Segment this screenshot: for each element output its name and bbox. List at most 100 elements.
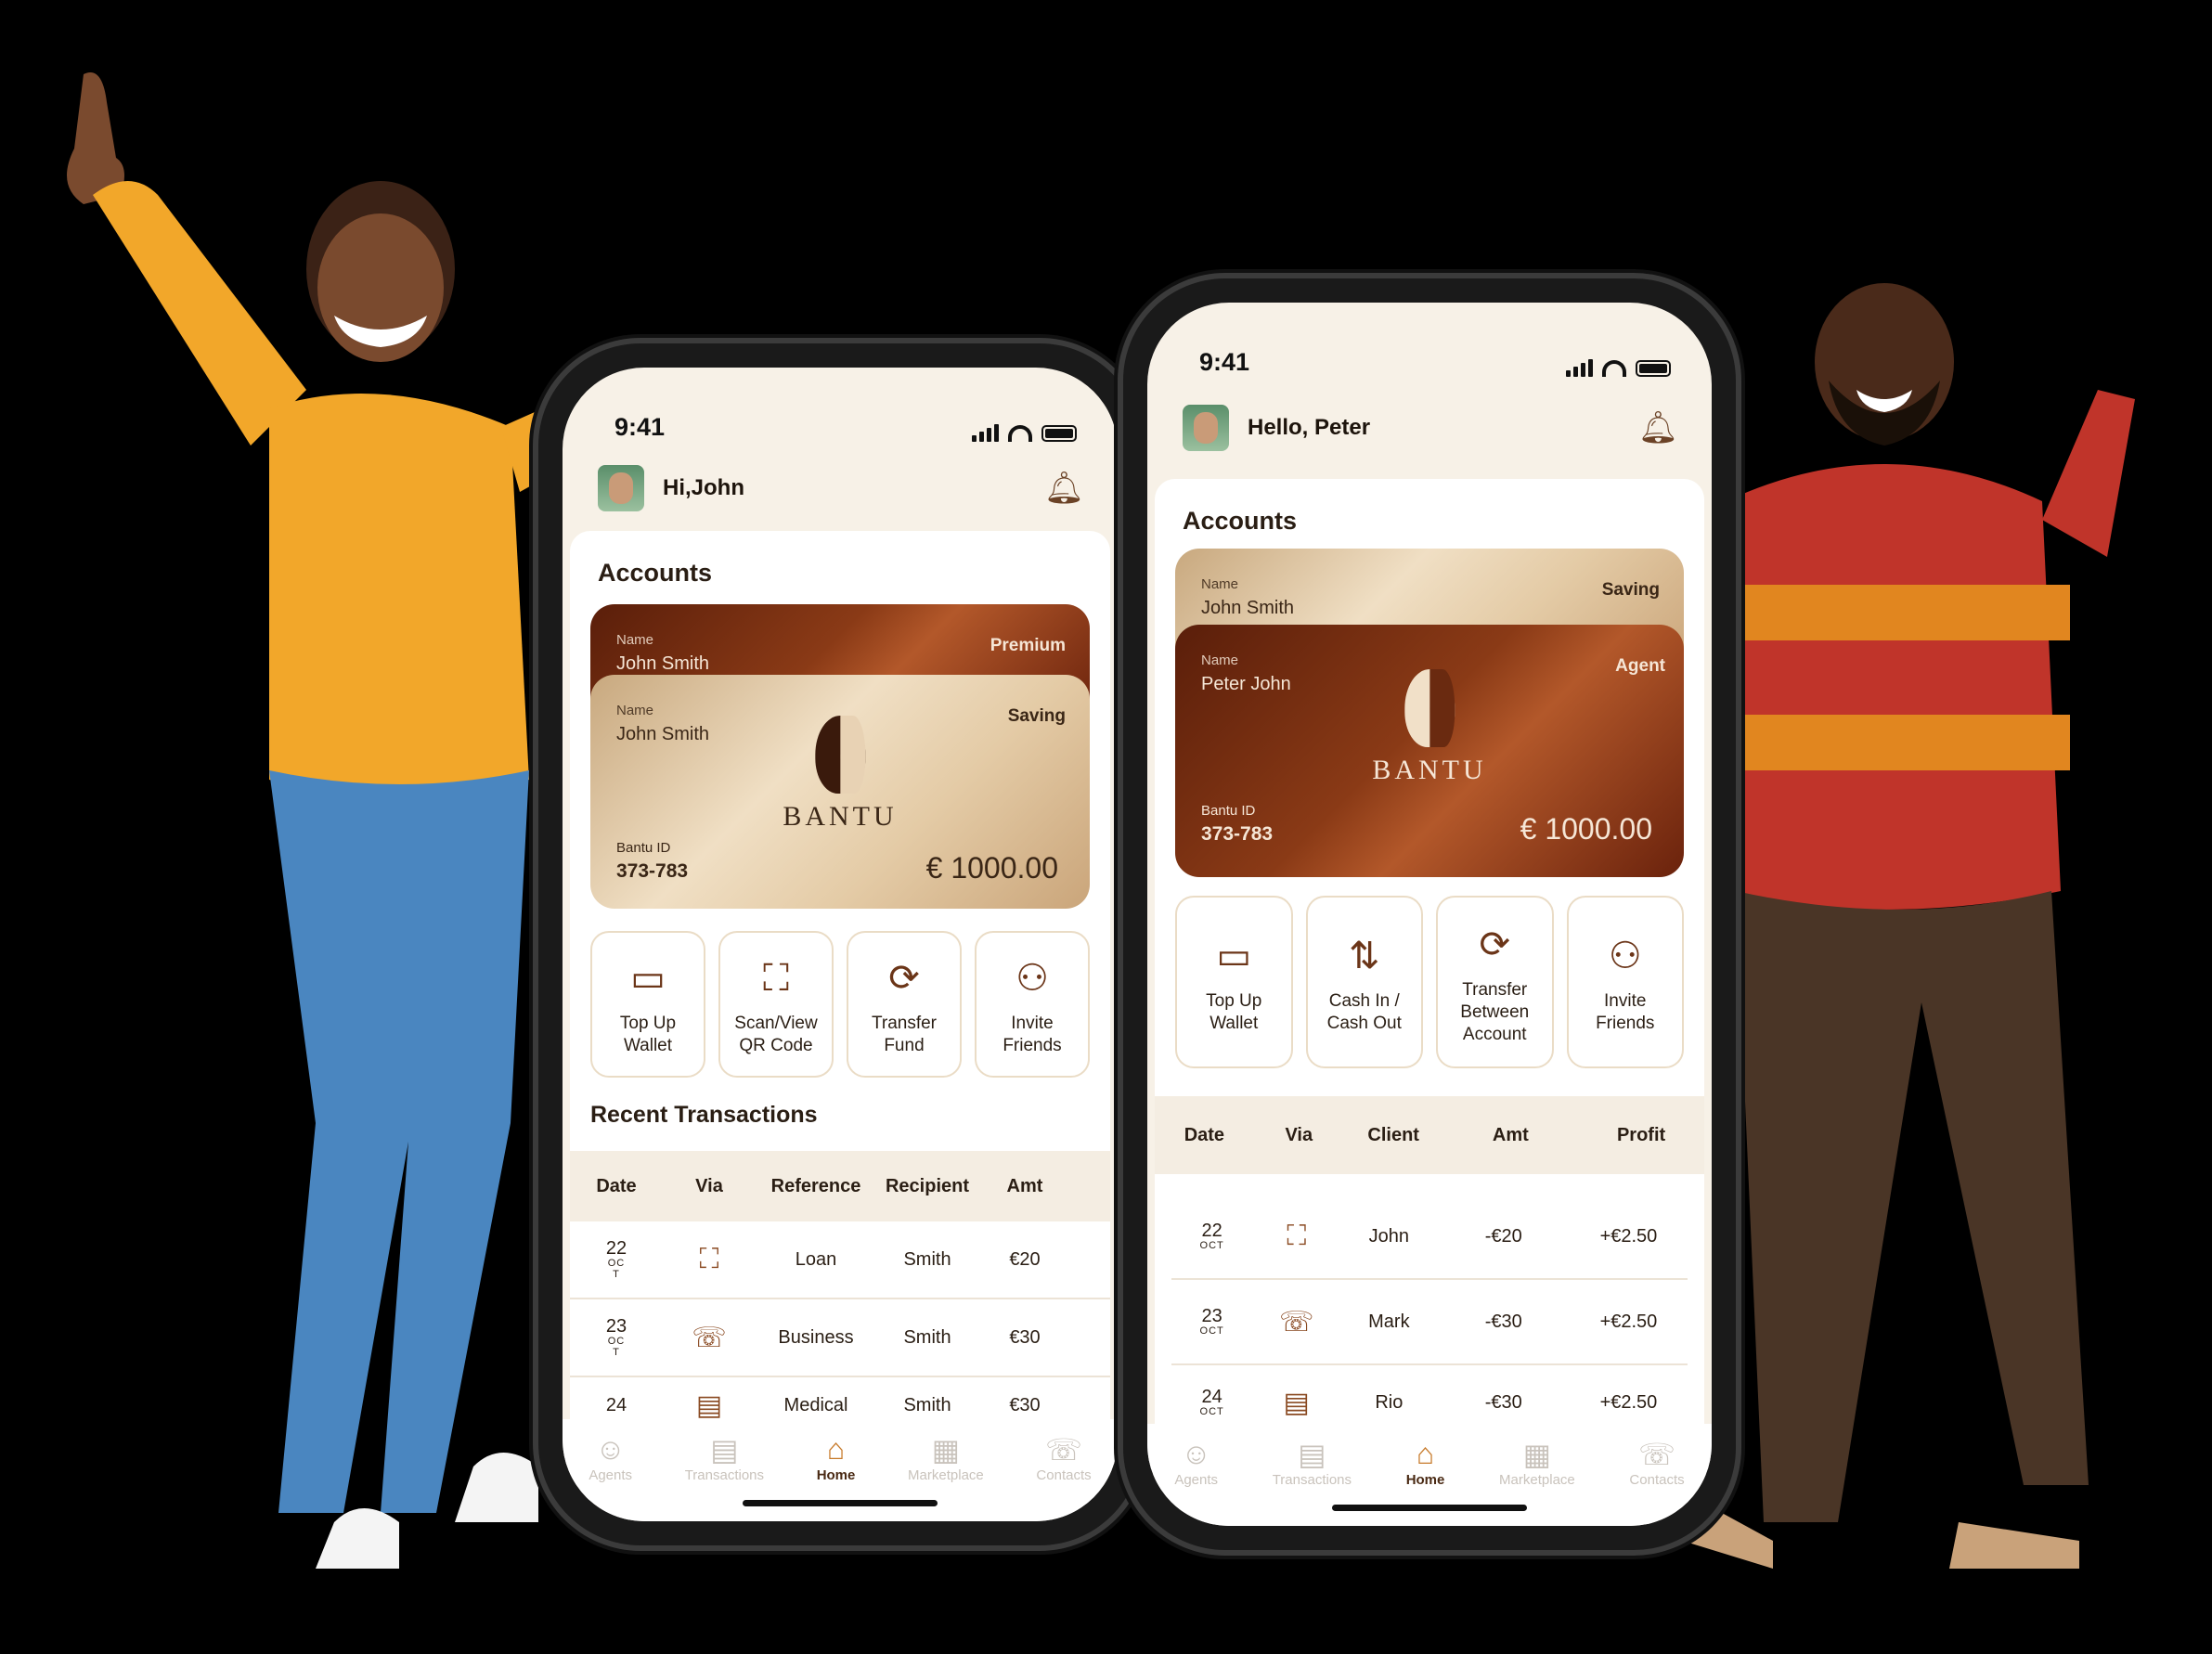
quick-actions: ▭ Top Up Wallet ⛶ Scan/View QR Code ⟳ Tr… xyxy=(570,931,1110,1078)
account-card-agent[interactable]: Name Peter John Agent BANTU Bantu ID 373… xyxy=(1175,625,1684,877)
col-date: Date xyxy=(596,1175,637,1196)
row-profit: +€2.50 xyxy=(1599,1225,1658,1247)
col-amt: Amt xyxy=(1006,1175,1043,1196)
card-balance: € 1000.00 xyxy=(1520,812,1652,846)
agents-icon: ☺ xyxy=(595,1432,627,1466)
account-card-saving[interactable]: Name John Smith Saving BANTU Bantu ID 37… xyxy=(590,675,1090,909)
bell-icon[interactable]: 🔔︎ xyxy=(1044,470,1084,507)
home-indicator[interactable] xyxy=(743,1500,938,1506)
tab-label: Contacts xyxy=(1036,1467,1092,1483)
row-date: 24 OCT xyxy=(1171,1387,1252,1418)
action-label: Scan/View QR Code xyxy=(734,1014,818,1055)
mask-icon xyxy=(1404,669,1455,747)
tab-label: Marketplace xyxy=(908,1467,984,1483)
qr-icon: ⛶ xyxy=(699,1244,719,1274)
card-id-label: Bantu ID xyxy=(616,840,671,856)
home-indicator[interactable] xyxy=(1332,1505,1527,1511)
col-recipient: Recipient xyxy=(885,1175,970,1196)
row-recipient: Smith xyxy=(903,1394,951,1415)
row-day: 22 xyxy=(605,1237,627,1259)
row-amt: €20 xyxy=(1009,1248,1041,1270)
row-amt: €30 xyxy=(1009,1394,1041,1415)
card-type: Saving xyxy=(1007,706,1066,726)
row-amt: €30 xyxy=(1009,1326,1041,1348)
tab-label: Transactions xyxy=(1272,1472,1352,1488)
tab-marketplace[interactable]: ▦ Marketplace xyxy=(1499,1437,1575,1488)
card-name-label: Name xyxy=(1201,576,1239,592)
tab-contacts[interactable]: ☏ Contacts xyxy=(1036,1432,1091,1483)
phone-left: 9:41 Hi,John 🔔︎ Accounts Name John Smith… xyxy=(538,343,1142,1545)
avatar[interactable] xyxy=(598,465,644,511)
id-card-icon: ▤ xyxy=(695,1389,723,1421)
row-month: OCT xyxy=(1199,1324,1224,1337)
action-label: Transfer Between Account xyxy=(1460,980,1530,1044)
table-row[interactable]: 23 OCT ☏ Mark -€30 +€2.50 xyxy=(1171,1280,1688,1365)
row-recipient: Smith xyxy=(903,1248,951,1270)
avatar[interactable] xyxy=(1183,405,1229,451)
row-date: 22 OC T xyxy=(570,1237,663,1280)
card-type: Premium xyxy=(990,636,1066,655)
tab-contacts[interactable]: ☏ Contacts xyxy=(1629,1437,1684,1488)
row-recipient: Smith xyxy=(903,1326,951,1348)
mask-icon xyxy=(815,716,865,794)
bell-icon[interactable]: 🔔︎ xyxy=(1638,409,1678,446)
contacts-icon: ☏ xyxy=(1045,1433,1083,1467)
tab-label: Contacts xyxy=(1629,1472,1685,1488)
row-date: 23 OC T xyxy=(570,1316,663,1358)
phone-right-screen: 9:41 Hello, Peter 🔔︎ Accounts Name John … xyxy=(1147,303,1712,1526)
table-row[interactable]: 22 OCT ⛶ John -€20 +€2.50 xyxy=(1171,1195,1688,1280)
greeting-header: Hi,John 🔔︎ xyxy=(563,451,1118,525)
card-id: 373-783 xyxy=(1201,823,1274,845)
bantu-logo: BANTU xyxy=(783,716,897,833)
row-date: 24 xyxy=(570,1395,663,1415)
tab-agents[interactable]: ☺ Agents xyxy=(589,1432,632,1483)
transactions-icon: ▤ xyxy=(1298,1438,1326,1471)
card-type: Agent xyxy=(1615,656,1665,676)
card-name-label: Name xyxy=(1201,653,1239,668)
col-reference: Reference xyxy=(770,1175,861,1196)
action-label: Invite Friends xyxy=(1003,1014,1062,1055)
accounts-title: Accounts xyxy=(598,559,713,587)
status-bar: 9:41 xyxy=(1147,303,1712,386)
phone-icon: ☏ xyxy=(692,1322,727,1353)
row-day: 22 xyxy=(1201,1220,1222,1241)
qr-icon: ⛶ xyxy=(763,958,789,1000)
row-date: 23 OCT xyxy=(1171,1306,1252,1337)
tab-label: Home xyxy=(816,1467,856,1483)
cash-icon: ⇅ xyxy=(1348,936,1380,977)
tab-transactions[interactable]: ▤ Transactions xyxy=(685,1432,764,1483)
invite-friends-button[interactable]: ⚇ Invite Friends xyxy=(1566,896,1684,1068)
phone-icon: ☏ xyxy=(1278,1306,1314,1337)
tab-label: Transactions xyxy=(684,1467,765,1483)
top-up-wallet-button[interactable]: ▭ Top Up Wallet xyxy=(590,931,705,1078)
brand-text: BANTU xyxy=(1372,755,1487,785)
scan-qr-button[interactable]: ⛶ Scan/View QR Code xyxy=(718,931,834,1078)
col-via: Via xyxy=(695,1175,723,1196)
cash-in-out-button[interactable]: ⇅ Cash In / Cash Out xyxy=(1305,896,1423,1068)
transfer-between-account-button[interactable]: ⟳ Transfer Between Account xyxy=(1436,896,1554,1068)
tab-transactions[interactable]: ▤ Transactions xyxy=(1273,1437,1352,1488)
tab-home[interactable]: ⌂ Home xyxy=(1406,1437,1445,1488)
row-profit: +€2.50 xyxy=(1599,1391,1658,1413)
card-name: John Smith xyxy=(616,653,710,674)
accounts-title: Accounts xyxy=(1183,507,1298,535)
action-label: Cash In / Cash Out xyxy=(1326,991,1402,1033)
row-client: Mark xyxy=(1368,1311,1410,1332)
card-balance: € 1000.00 xyxy=(925,851,1058,885)
tab-agents[interactable]: ☺ Agents xyxy=(1174,1437,1218,1488)
top-up-wallet-button[interactable]: ▭ Top Up Wallet xyxy=(1175,896,1293,1068)
transfer-fund-button[interactable]: ⟳ Transfer Fund xyxy=(847,931,962,1078)
tab-label: Home xyxy=(1405,1472,1445,1488)
tab-home[interactable]: ⌂ Home xyxy=(817,1432,856,1483)
action-label: Transfer Fund xyxy=(871,1014,938,1055)
table-row[interactable]: 23 OC T ☏ Business Smith €30 xyxy=(570,1299,1110,1377)
invite-friends-button[interactable]: ⚇ Invite Friends xyxy=(975,931,1090,1078)
tab-marketplace[interactable]: ▦ Marketplace xyxy=(908,1432,984,1483)
transfer-icon: ⟳ xyxy=(1479,924,1510,966)
agents-icon: ☺ xyxy=(1181,1437,1212,1470)
table-row[interactable]: 22 OC T ⛶ Loan Smith €20 xyxy=(570,1221,1110,1299)
signal-icon xyxy=(972,424,999,442)
invite-icon: ⚇ xyxy=(1015,958,1049,1000)
tab-label: Agents xyxy=(589,1467,633,1483)
wallet-icon: ▭ xyxy=(1216,936,1252,977)
